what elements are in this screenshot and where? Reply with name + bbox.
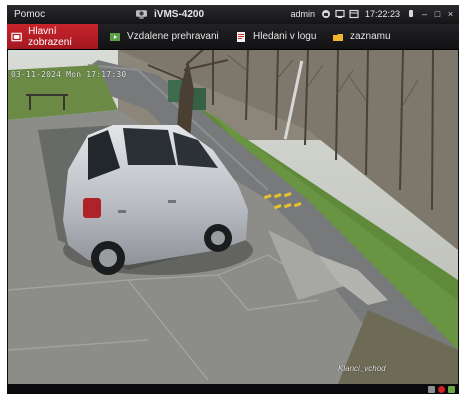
main-view-icon <box>11 32 22 41</box>
clock: 17:22:23 <box>364 8 400 19</box>
close-button[interactable]: × <box>446 8 455 19</box>
screen-icon[interactable] <box>335 9 345 19</box>
status-icons <box>428 386 455 393</box>
titlebar-controls: admin 17:22:23 – □ × <box>290 8 455 19</box>
osd-timestamp: 03-11-2024 Mon 17:17:30 <box>11 70 127 79</box>
maximize-button[interactable]: □ <box>433 8 442 19</box>
tab-main-view[interactable]: Hlavní zobrazení <box>7 24 98 49</box>
camera-scene <box>8 50 458 384</box>
camera-video-feed[interactable]: 03-11-2024 Mon 17:17:30 Klanci_vchod <box>8 50 458 384</box>
title-bar: Pomoc iVMS-4200 admin 17:22:23 – □ × <box>7 5 459 24</box>
tab-log-search[interactable]: Hledani v logu <box>235 24 316 49</box>
calendar-icon[interactable] <box>349 9 359 19</box>
app-title-group: iVMS-4200 <box>135 7 204 20</box>
tab-remote-playback[interactable]: Vzdalene prehravani <box>109 24 219 49</box>
log-search-icon <box>237 31 245 42</box>
ivms-window: Pomoc iVMS-4200 admin 17:22:23 – □ × Hla… <box>7 5 459 394</box>
user-label[interactable]: admin <box>290 9 315 19</box>
tab-label: Hlavní zobrazení <box>28 25 73 48</box>
record-icon <box>333 33 343 41</box>
lock-screen-icon[interactable] <box>406 9 416 19</box>
minimize-button[interactable]: – <box>420 8 429 19</box>
tab-bar: Hlavní zobrazení Vzdalene prehravani Hle… <box>7 24 459 50</box>
tab-label: zaznamu <box>350 31 391 42</box>
settings-icon[interactable] <box>448 386 455 393</box>
help-menu[interactable]: Pomoc <box>14 9 45 20</box>
osd-camera-name: Klanci_vchod <box>338 364 386 373</box>
app-title: iVMS-4200 <box>154 9 205 20</box>
lock-icon[interactable] <box>321 9 331 19</box>
tab-records[interactable]: zaznamu <box>332 24 391 49</box>
status-bar <box>7 385 459 394</box>
record-indicator-icon[interactable] <box>438 386 445 393</box>
layout-icon[interactable] <box>428 386 435 393</box>
tab-label: Hledani v logu <box>253 31 317 42</box>
remote-playback-icon <box>110 32 120 41</box>
ivms-logo-icon <box>136 10 147 19</box>
tab-label: Vzdalene prehravani <box>127 31 219 42</box>
